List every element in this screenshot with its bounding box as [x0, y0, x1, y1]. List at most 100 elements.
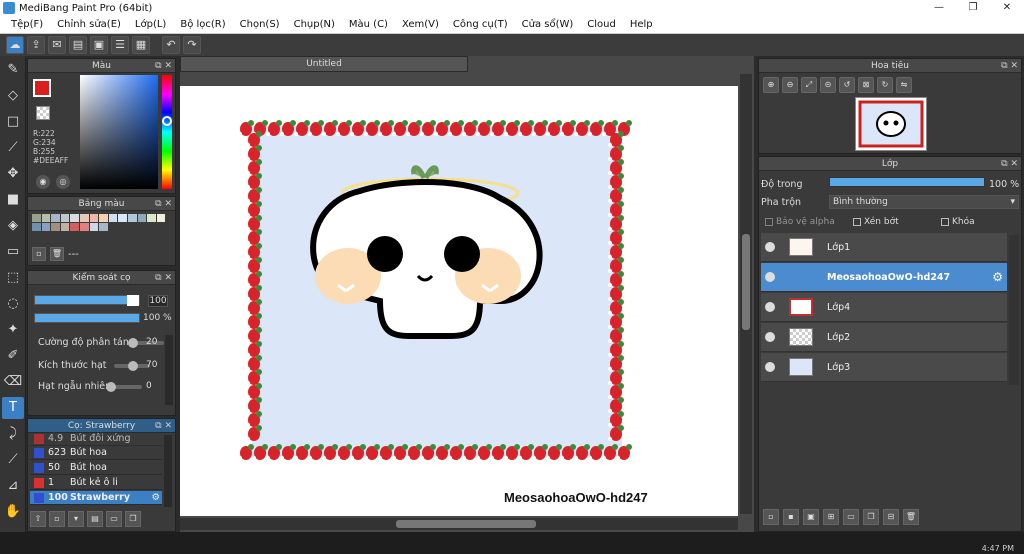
brush-size-value[interactable]: 100: [148, 295, 168, 307]
delete-palette-icon[interactable]: 🗑: [50, 247, 64, 261]
palette-swatch[interactable]: [32, 214, 41, 222]
palette-swatch[interactable]: [79, 223, 89, 231]
palette-swatch[interactable]: [32, 223, 41, 231]
drawing-canvas[interactable]: MeosaohoaOwO-hd247: [180, 86, 738, 516]
hue-marker[interactable]: [162, 116, 172, 126]
tab-untitled[interactable]: Untitled: [180, 56, 468, 72]
palette-swatch[interactable]: [147, 214, 156, 222]
palette-swatch[interactable]: [118, 214, 127, 222]
palette-swatch[interactable]: [70, 214, 79, 222]
undo-button[interactable]: ↶: [162, 36, 180, 54]
blend-mode-select[interactable]: Bình thường ▾: [829, 195, 1019, 209]
gear-icon[interactable]: ⚙: [151, 492, 160, 503]
add-layer-menu-icon[interactable]: ⊞: [823, 509, 839, 525]
menu-filter[interactable]: Bộ lọc(R): [173, 19, 232, 30]
eye-icon[interactable]: [765, 272, 775, 282]
eyedropper-icon[interactable]: ⟋: [2, 449, 24, 471]
brush-item[interactable]: 1 Bút kẻ ô li: [30, 476, 162, 490]
new-8bit-layer-icon[interactable]: ▣: [803, 509, 819, 525]
eye-icon[interactable]: [765, 302, 775, 312]
new-halftone-layer-icon[interactable]: ▪: [783, 509, 799, 525]
select-pen-icon[interactable]: ✐: [2, 345, 24, 367]
reset-icon[interactable]: ⊠: [858, 77, 874, 93]
navigator-thumbnail[interactable]: [855, 97, 927, 151]
canvas-horizontal-scrollbar[interactable]: [180, 518, 738, 530]
select-rect-icon[interactable]: ⬚: [2, 267, 24, 289]
new-brush-icon[interactable]: ▫: [49, 511, 65, 527]
palette-swatch[interactable]: [51, 214, 60, 222]
palette-swatch[interactable]: [99, 223, 108, 231]
zoom-out-icon[interactable]: ⊖: [782, 77, 798, 93]
merge-icon[interactable]: ⊟: [883, 509, 899, 525]
panel-popout-icon[interactable]: ⧉ ✕: [1001, 59, 1018, 73]
menu-select[interactable]: Chọn(S): [233, 19, 287, 30]
duplicate-icon[interactable]: ❐: [863, 509, 879, 525]
palette-swatch[interactable]: [108, 214, 118, 222]
brush-control-scrollbar[interactable]: [165, 335, 173, 405]
clip-checkbox[interactable]: Xén bớt: [853, 217, 899, 227]
foreground-color-swatch[interactable]: [33, 79, 51, 97]
palette-swatch[interactable]: [89, 223, 99, 231]
dot-size-slider[interactable]: [114, 361, 150, 371]
minimize-button[interactable]: —: [922, 0, 956, 16]
hue-slider[interactable]: [162, 75, 172, 189]
brush-size-slider[interactable]: [34, 295, 140, 306]
gradient-icon[interactable]: ▭: [2, 241, 24, 263]
menu-file[interactable]: Tệp(F): [4, 19, 50, 30]
menu-color[interactable]: Màu (C): [342, 19, 395, 30]
redo-button[interactable]: ↷: [183, 36, 201, 54]
saturation-value-picker[interactable]: [80, 75, 158, 189]
menu-capture[interactable]: Chụp(N): [287, 19, 342, 30]
eye-icon[interactable]: [765, 362, 775, 372]
menu-tools[interactable]: Công cụ(T): [446, 19, 515, 30]
menu-cloud[interactable]: Cloud: [580, 19, 623, 30]
palette-swatch[interactable]: [51, 223, 60, 231]
layer-row[interactable]: Lớp2: [761, 323, 1007, 352]
color-picker-icon[interactable]: ◎: [56, 175, 70, 189]
comment-icon[interactable]: ✉: [48, 36, 66, 54]
brush-item[interactable]: 50 Bút hoa: [30, 461, 162, 475]
zoom-minus-icon[interactable]: ⊝: [820, 77, 836, 93]
list-icon[interactable]: ☰: [111, 36, 129, 54]
random-dot-slider[interactable]: [106, 382, 142, 392]
layer-opacity-slider[interactable]: [829, 177, 985, 187]
palette-swatch[interactable]: [60, 223, 70, 231]
panel-popout-icon[interactable]: ⧉ ✕: [155, 197, 172, 211]
select-eraser-icon[interactable]: ⌫: [2, 371, 24, 393]
lock-checkbox[interactable]: Khóa: [941, 217, 975, 227]
magic-wand-icon[interactable]: ✦: [2, 319, 24, 341]
new-layer-icon[interactable]: ▫: [763, 509, 779, 525]
menu-edit[interactable]: Chỉnh sửa(E): [50, 19, 128, 30]
brush-icon[interactable]: ✎: [2, 59, 24, 81]
transparent-color-swatch[interactable]: [36, 106, 50, 120]
menu-window[interactable]: Cửa sổ(W): [515, 19, 581, 30]
cloud-icon[interactable]: ☁: [6, 36, 24, 54]
brush-item-selected[interactable]: 100 Strawberry ⚙: [30, 491, 162, 505]
copy-icon[interactable]: ▣: [90, 36, 108, 54]
panel-popout-icon[interactable]: ⧉ ✕: [155, 271, 172, 285]
layer-row[interactable]: Lớp3: [761, 353, 1007, 382]
menu-view[interactable]: Xem(V): [395, 19, 446, 30]
rectangle-icon[interactable]: □: [2, 111, 24, 133]
rotate-right-icon[interactable]: ↻: [877, 77, 893, 93]
zoom-in-icon[interactable]: ⊕: [763, 77, 779, 93]
lasso-icon[interactable]: ◌: [2, 293, 24, 315]
eraser-icon[interactable]: ◇: [2, 85, 24, 107]
bucket-icon[interactable]: ◈: [2, 215, 24, 237]
hand-icon[interactable]: ✋: [2, 501, 24, 523]
delete-layer-icon[interactable]: 🗑: [903, 509, 919, 525]
add-brush-icon[interactable]: ⇧: [30, 511, 46, 527]
menu-help[interactable]: Help: [623, 19, 660, 30]
canvas-vertical-scrollbar[interactable]: [740, 74, 752, 514]
protect-alpha-checkbox[interactable]: Bảo vệ alpha: [765, 217, 835, 227]
close-button[interactable]: ✕: [990, 0, 1024, 16]
maximize-button[interactable]: ❐: [956, 0, 990, 16]
new-palette-icon[interactable]: ▫: [32, 247, 46, 261]
upload-icon[interactable]: ⇪: [27, 36, 45, 54]
palette-swatch[interactable]: [99, 214, 108, 222]
dropper-icon[interactable]: ⊿: [2, 475, 24, 497]
palette-swatch[interactable]: [127, 214, 137, 222]
palette-swatch[interactable]: [41, 223, 51, 231]
brush-item[interactable]: 623 Bút hoa: [30, 446, 162, 460]
palette-swatch[interactable]: [79, 214, 89, 222]
